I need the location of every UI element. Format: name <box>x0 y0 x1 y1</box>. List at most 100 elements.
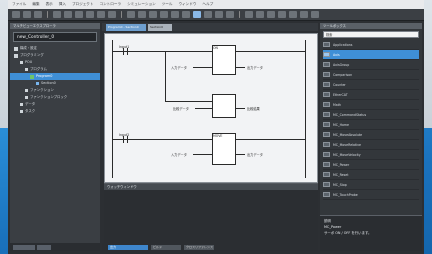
toolbox-item[interactable]: MC_Home <box>323 120 419 130</box>
redo-icon[interactable] <box>108 11 116 18</box>
function-block-icon <box>323 42 330 47</box>
tree-item-label: Section0 <box>41 81 56 85</box>
input-variable: 入力データ <box>171 153 187 157</box>
toolbox-search-input[interactable]: 検索 <box>323 31 419 38</box>
rung-wire <box>235 51 305 52</box>
function-block-icon <box>323 192 330 197</box>
tree-item-program0[interactable]: Program0 <box>10 73 100 80</box>
tree-item-function-blocks[interactable]: ファンクションブロック <box>10 94 100 101</box>
toolbox-item[interactable]: AxisGroup <box>323 60 419 70</box>
tree-item-label: プログラム <box>30 67 47 71</box>
undo-icon[interactable] <box>97 11 105 18</box>
tab-output[interactable]: 出力 <box>108 244 148 250</box>
project-selector[interactable]: new_Controller_0 <box>13 32 97 42</box>
contact-symbol[interactable] <box>123 48 124 55</box>
output-variable: 出力データ <box>247 153 263 157</box>
stop-icon[interactable] <box>182 11 190 18</box>
function-block-icon[interactable] <box>226 11 234 18</box>
menu-view[interactable]: 表示 <box>46 2 53 7</box>
menu-simulation[interactable]: シミュレーション <box>127 2 156 7</box>
toolbox-item[interactable]: Comparison <box>323 70 419 80</box>
zoom-in-icon[interactable] <box>245 11 253 18</box>
new-icon[interactable] <box>12 11 20 18</box>
tab-section0[interactable]: Section0 <box>148 24 172 31</box>
toolbox-item[interactable]: Axis <box>323 50 419 60</box>
toolbox-panel: ツールボックス 検索 Applications Axis AxisGroup Comp… <box>320 23 422 251</box>
toolbox-item[interactable]: MC_TouchProbe <box>323 190 419 200</box>
simulate-icon[interactable] <box>160 11 168 18</box>
function-block-icon <box>323 92 330 97</box>
contact-symbol[interactable] <box>127 136 128 143</box>
tab-program0-section0[interactable]: Program0 - Section0 <box>106 24 146 31</box>
function-block[interactable] <box>212 94 236 118</box>
tree-item-config[interactable]: 構成・設定 <box>10 45 100 52</box>
tree-item-label: タスク <box>25 109 36 113</box>
block-name: ON <box>213 46 218 50</box>
tree-item-programs[interactable]: プログラム <box>10 66 100 73</box>
panel-title: ウォッチウィンドウ <box>104 184 318 190</box>
toolbox-item[interactable]: MC_CommandStatus <box>323 110 419 120</box>
delete-icon[interactable] <box>86 11 94 18</box>
menu-help[interactable]: ヘルプ <box>202 2 213 7</box>
function-block-icon <box>323 102 330 107</box>
contact-symbol[interactable] <box>127 48 128 55</box>
right-power-rail <box>305 40 306 178</box>
tree-item-functions[interactable]: ファンクション <box>10 87 100 94</box>
ladder-editor[interactable]: Input1 ON 入力データ 出力データ 比較データ 比較結果 Input2 … <box>104 33 318 183</box>
input-wire <box>195 108 212 109</box>
tree-item-tasks[interactable]: タスク <box>10 108 100 115</box>
search-icon[interactable] <box>267 11 275 18</box>
offline-icon[interactable] <box>138 11 146 18</box>
tree-item-data[interactable]: データ <box>10 101 100 108</box>
tree-item-section0[interactable]: Section0 <box>10 80 100 87</box>
toolbox-item[interactable]: MC_MoveAbsolute <box>323 130 419 140</box>
menu-insert[interactable]: 挿入 <box>59 2 66 7</box>
toolbox-item-label: MC_MoveRelative <box>333 142 361 147</box>
toolbox-item[interactable]: MC_MoveRelative <box>323 140 419 150</box>
toolbox-item[interactable]: MC_Power <box>323 160 419 170</box>
menu-controller[interactable]: コントローラ <box>100 2 122 7</box>
paste-icon[interactable] <box>75 11 83 18</box>
more-button[interactable] <box>37 244 51 250</box>
contact-symbol[interactable] <box>123 136 124 143</box>
menu-file[interactable]: ファイル <box>12 2 26 7</box>
toolbox-item[interactable]: Counter <box>323 80 419 90</box>
toolbox-item[interactable]: EtherCAT <box>323 90 419 100</box>
cursor-icon[interactable] <box>193 11 201 18</box>
help-icon[interactable] <box>311 11 319 18</box>
folder-icon <box>20 110 23 113</box>
tree-item-programming[interactable]: プログラミング <box>10 52 100 59</box>
toolbox-item[interactable]: Applications <box>323 40 419 50</box>
toolbox-item-label: AxisGroup <box>333 62 350 67</box>
run-icon[interactable] <box>171 11 179 18</box>
toolbox-item[interactable]: MC_Reset <box>323 170 419 180</box>
toolbox-item[interactable]: MC_Stop <box>323 180 419 190</box>
folder-icon <box>25 89 28 92</box>
filter-button[interactable] <box>13 244 35 250</box>
check-icon[interactable] <box>289 11 297 18</box>
folder-icon <box>20 103 23 106</box>
menu-window[interactable]: ウィンドウ <box>178 2 196 7</box>
cut-icon[interactable] <box>53 11 61 18</box>
menu-edit[interactable]: 編集 <box>32 2 39 7</box>
multiview-explorer: マルチビューエクスプローラ new_Controller_0 構成・設定 プログ… <box>10 23 100 251</box>
coil-icon[interactable] <box>215 11 223 18</box>
build-icon[interactable] <box>278 11 286 18</box>
contact-icon[interactable] <box>204 11 212 18</box>
tree-item-label: Program0 <box>36 74 53 78</box>
zoom-out-icon[interactable] <box>256 11 264 18</box>
save-icon[interactable] <box>34 11 42 18</box>
tab-cross-reference[interactable]: クロスリファレンス <box>184 244 214 250</box>
open-icon[interactable] <box>23 11 31 18</box>
input-wire <box>193 154 212 155</box>
copy-icon[interactable] <box>64 11 72 18</box>
tree-item-pou[interactable]: POU <box>10 59 100 66</box>
toolbox-item[interactable]: Math <box>323 100 419 110</box>
menu-tools[interactable]: ツール <box>162 2 173 7</box>
toolbox-item[interactable]: MC_MoveVelocity <box>323 150 419 160</box>
menu-project[interactable]: プロジェクト <box>72 2 94 7</box>
tab-build[interactable]: ビルド <box>151 244 181 250</box>
transfer-icon[interactable] <box>149 11 157 18</box>
layout-icon[interactable] <box>300 11 308 18</box>
online-icon[interactable] <box>127 11 135 18</box>
